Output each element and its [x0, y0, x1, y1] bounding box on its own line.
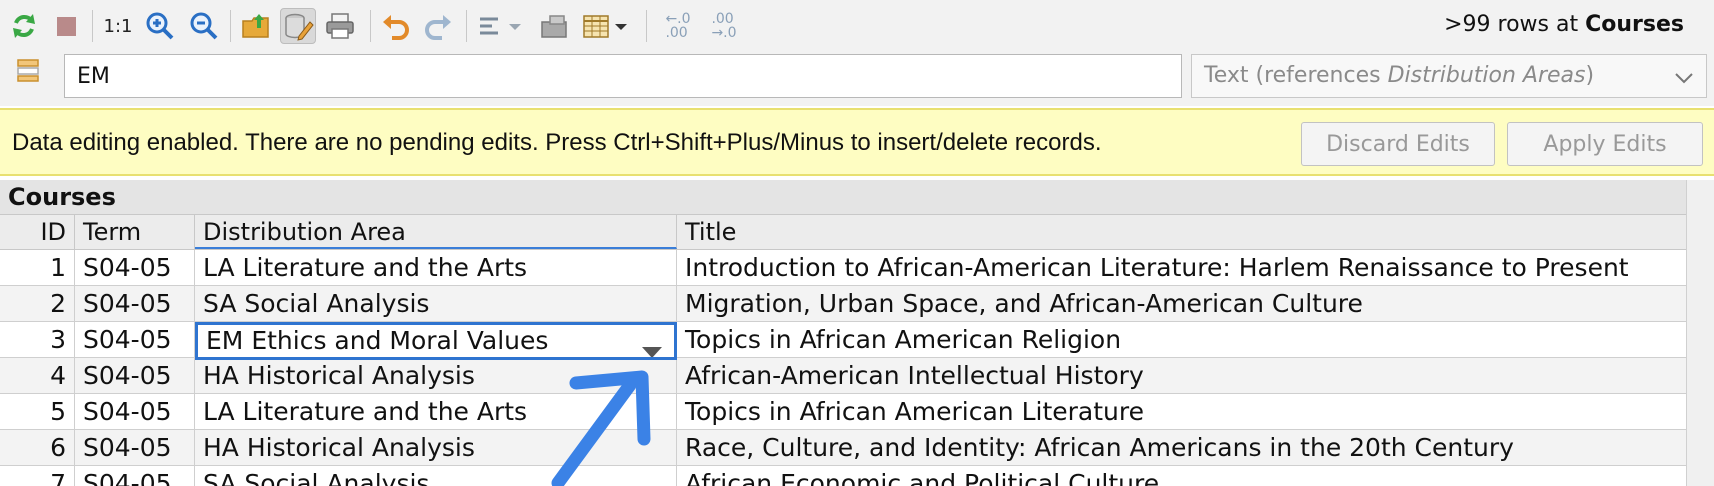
stop-icon[interactable] — [48, 8, 84, 44]
cell-distribution-area[interactable]: SA Social Analysis — [195, 466, 677, 486]
cell-term[interactable]: S04-05 — [75, 358, 195, 393]
value-editor-row: Text (references Distribution Areas) — [0, 54, 1714, 106]
grid-header: ID Term Distribution Area Title — [0, 214, 1686, 250]
decrease-decimals-bottom: .00 — [665, 25, 688, 41]
table-row[interactable]: 2 S04-05 SA Social Analysis Migration, U… — [0, 286, 1686, 322]
cell-id[interactable]: 3 — [0, 322, 75, 357]
table-row[interactable]: 5 S04-05 LA Literature and the Arts Topi… — [0, 394, 1686, 430]
column-header-id[interactable]: ID — [0, 215, 75, 249]
chevron-down-icon — [1672, 63, 1696, 97]
undo-icon[interactable] — [378, 8, 414, 44]
increase-decimals-top: .00 — [711, 11, 734, 27]
zoom-in-icon[interactable] — [142, 8, 178, 44]
zoom-actual-size-button[interactable]: 1:1 — [100, 8, 136, 44]
value-editor-icon — [10, 52, 46, 88]
print-icon[interactable] — [322, 8, 358, 44]
open-folder-icon[interactable] — [238, 8, 274, 44]
cell-title[interactable]: African-American Intellectual History — [677, 358, 1686, 393]
rows-info: >99 rows at Courses — [1444, 12, 1684, 37]
cell-distribution-area[interactable]: HA Historical Analysis — [195, 430, 677, 465]
cell-title[interactable]: Migration, Urban Space, and African-Amer… — [677, 286, 1686, 321]
align-dropdown-chevron-down-icon[interactable] — [506, 8, 524, 44]
decrease-decimals-button[interactable]: ←.0 .00 — [656, 8, 700, 44]
cell-value-input[interactable] — [64, 54, 1182, 98]
toolbar-separator — [370, 10, 371, 42]
cell-term[interactable]: S04-05 — [75, 394, 195, 429]
toolbar-separator — [92, 10, 93, 42]
type-select-reference: Distribution Areas — [1387, 63, 1586, 88]
cell-title[interactable]: African Economic and Political Culture — [677, 466, 1686, 486]
cell-term[interactable]: S04-05 — [75, 430, 195, 465]
cell-distribution-area[interactable]: HA Historical Analysis — [195, 358, 677, 393]
edit-data-icon[interactable] — [280, 8, 316, 44]
cell-title[interactable]: Topics in African American Religion — [677, 322, 1686, 357]
cell-distribution-area[interactable]: SA Social Analysis — [195, 286, 677, 321]
zoom-out-icon[interactable] — [186, 8, 222, 44]
table-row[interactable]: 6 S04-05 HA Historical Analysis Race, Cu… — [0, 430, 1686, 466]
grid-layout-icon[interactable] — [578, 8, 614, 44]
table-row[interactable]: 1 S04-05 LA Literature and the Arts Intr… — [0, 250, 1686, 286]
increase-decimals-button[interactable]: .00 →.0 — [702, 8, 746, 44]
cell-id[interactable]: 4 — [0, 358, 75, 393]
cell-id[interactable]: 6 — [0, 430, 75, 465]
cell-title[interactable]: Race, Culture, and Identity: African Ame… — [677, 430, 1686, 465]
toolbar-separator — [646, 10, 647, 42]
rows-table-name: Courses — [1585, 12, 1684, 37]
vertical-scrollbar[interactable] — [1686, 180, 1714, 486]
decrease-decimals-top: ←.0 — [665, 11, 691, 27]
discard-edits-button[interactable]: Discard Edits — [1301, 122, 1495, 166]
cell-id[interactable]: 5 — [0, 394, 75, 429]
table-row[interactable]: 4 S04-05 HA Historical Analysis African-… — [0, 358, 1686, 394]
cell-term[interactable]: S04-05 — [75, 322, 195, 357]
cell-distribution-area[interactable]: LA Literature and the Arts — [195, 250, 677, 285]
link-table-icon[interactable] — [536, 8, 572, 44]
type-select-prefix: Text (references — [1204, 63, 1388, 88]
cell-distribution-area[interactable]: LA Literature and the Arts — [195, 394, 677, 429]
grid-body: 1 S04-05 LA Literature and the Arts Intr… — [0, 250, 1686, 486]
distribution-area-dropdown-editor[interactable]: EM Ethics and Moral Values — [195, 322, 677, 360]
grid-dropdown-chevron-down-icon[interactable] — [612, 8, 630, 44]
cell-title[interactable]: Topics in African American Literature — [677, 394, 1686, 429]
column-header-title[interactable]: Title — [677, 215, 1686, 249]
cell-term[interactable]: S04-05 — [75, 286, 195, 321]
value-type-select[interactable]: Text (references Distribution Areas) — [1191, 54, 1707, 98]
editor-current-value: EM Ethics and Moral Values — [206, 326, 549, 355]
zoom-actual-label: 1:1 — [103, 15, 133, 37]
redo-icon[interactable] — [420, 8, 456, 44]
dropdown-arrow-icon[interactable] — [642, 335, 662, 357]
type-select-suffix: ) — [1585, 63, 1595, 88]
column-header-distribution-area[interactable]: Distribution Area — [195, 215, 677, 249]
cell-title[interactable]: Introduction to African-American Literat… — [677, 250, 1686, 285]
apply-edits-button[interactable]: Apply Edits — [1507, 122, 1703, 166]
align-left-icon[interactable] — [474, 8, 510, 44]
editing-notice-message: Data editing enabled. There are no pendi… — [12, 129, 1102, 156]
cell-id[interactable]: 1 — [0, 250, 75, 285]
grid-title: Courses — [0, 180, 1686, 214]
toolbar-separator — [466, 10, 467, 42]
cell-term[interactable]: S04-05 — [75, 250, 195, 285]
cell-id[interactable]: 2 — [0, 286, 75, 321]
cell-id[interactable]: 7 — [0, 466, 75, 486]
refresh-icon[interactable] — [6, 8, 42, 44]
editing-notice-bar: Data editing enabled. There are no pendi… — [0, 108, 1714, 176]
toolbar: 1:1 ←.0 .00 .00 →.0 >99 rows at Courses — [0, 0, 1714, 54]
table-row[interactable]: 7 S04-05 SA Social Analysis African Econ… — [0, 466, 1686, 486]
increase-decimals-bottom: →.0 — [711, 25, 737, 41]
column-header-term[interactable]: Term — [75, 215, 195, 249]
rows-count: >99 rows at — [1444, 12, 1586, 37]
toolbar-separator — [230, 10, 231, 42]
cell-term[interactable]: S04-05 — [75, 466, 195, 486]
